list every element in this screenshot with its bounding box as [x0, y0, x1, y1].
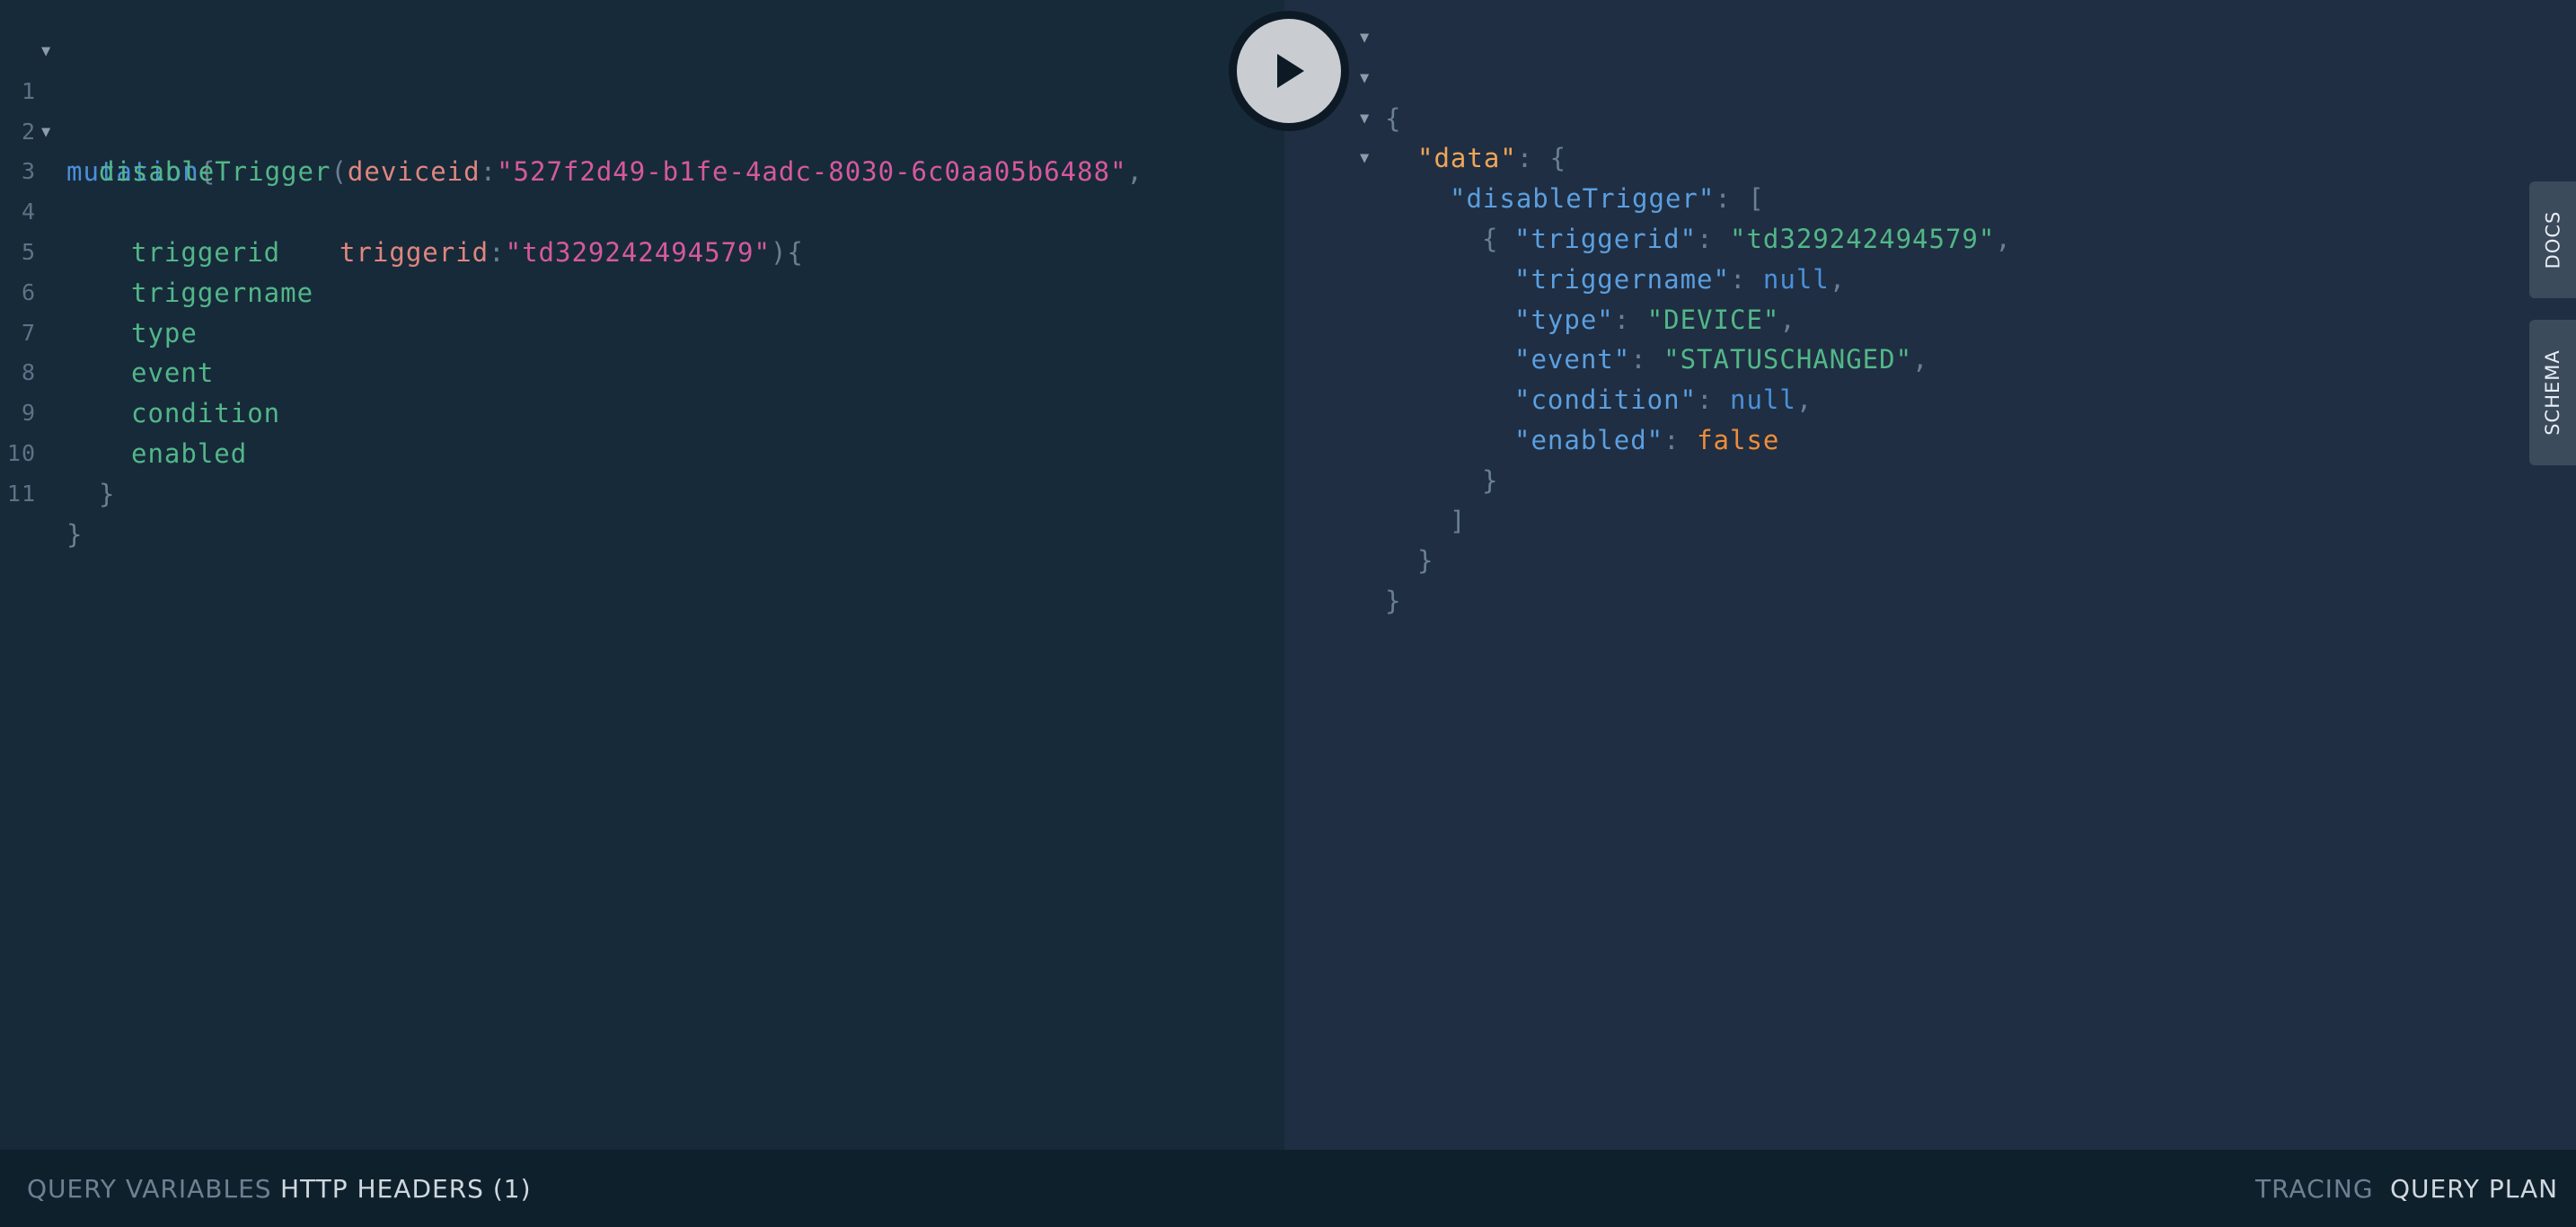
fold-icon[interactable]: ▼ — [41, 31, 51, 72]
json-punc: : { — [1516, 143, 1567, 174]
field-condition: condition — [131, 398, 281, 429]
fold-icon[interactable]: ▼ — [41, 112, 51, 153]
arg-deviceid-value: "527f2d49-b1fe-4adc-8030-6c0aa05b6488" — [497, 156, 1127, 188]
json-comma: , — [1795, 384, 1813, 416]
code-line: 6 type — [0, 233, 197, 349]
code-line: 7 event — [0, 273, 213, 389]
json-punc: : [ — [1715, 183, 1765, 215]
json-value: null — [1762, 263, 1830, 295]
json-value: null — [1729, 384, 1796, 416]
schema-tab[interactable]: SCHEMA — [2529, 320, 2576, 465]
json-bracket: ] — [1450, 505, 1467, 536]
json-brace: } — [1385, 586, 1402, 617]
arg-triggerid-value: "td329242494579" — [505, 236, 771, 268]
run-query-button[interactable] — [1229, 11, 1349, 131]
brace: } — [99, 478, 116, 509]
json-line: ] — [1284, 461, 1465, 536]
run-button-face[interactable] — [1237, 19, 1341, 123]
code-line: 11 } — [0, 434, 100, 550]
json-value: "DEVICE" — [1646, 304, 1780, 335]
field-triggerid: triggerid — [131, 236, 281, 268]
code-line: 8 condition — [0, 313, 279, 428]
result-viewer: ▼ { ▼ "data": { ▼ "disableTrigger": [ ▼ … — [1284, 0, 2576, 1150]
json-value: "STATUSCHANGED" — [1663, 344, 1913, 375]
json-line: ▼ { — [1284, 138, 1497, 254]
colon: : — [489, 236, 506, 268]
json-comma: , — [1912, 344, 1929, 375]
line-number: 11 — [6, 480, 36, 507]
code-line: 9 enabled — [0, 353, 246, 469]
code-line: 4 triggerid — [0, 152, 279, 268]
fold-icon[interactable]: ▼ — [1360, 58, 1370, 99]
paren: ( — [331, 156, 348, 188]
bottom-bar: QUERY VARIABLES HTTP HEADERS (1) TRACING… — [0, 1150, 2576, 1227]
arg-triggerid: triggerid — [340, 236, 490, 268]
json-comma: , — [1779, 304, 1796, 335]
json-key: "condition" — [1514, 384, 1698, 416]
json-brace: { — [1482, 223, 1499, 254]
json-value: "td329242494579" — [1729, 223, 1996, 254]
field-event: event — [131, 358, 215, 389]
tracing-tab[interactable]: TRACING — [2255, 1174, 2374, 1204]
query-editor[interactable]: 1 ▼ mutation{ 2 disableTrigger(deviceid:… — [0, 0, 1284, 1150]
http-headers-tab[interactable]: HTTP HEADERS (1) — [280, 1174, 532, 1204]
query-plan-tab[interactable]: QUERY PLAN — [2390, 1174, 2558, 1204]
json-line: } — [1284, 541, 1400, 616]
code-line: 2 disableTrigger(deviceid:"527f2d49-b1fe… — [0, 72, 1142, 188]
code-line: 5 triggername — [0, 192, 313, 308]
function-name: disableTrigger — [99, 156, 331, 188]
arg-deviceid: deviceid — [347, 156, 481, 188]
fold-icon[interactable]: ▼ — [1360, 138, 1370, 179]
code-line: 10 } — [0, 393, 115, 509]
json-key-data: "data" — [1417, 143, 1517, 174]
json-comma: , — [1829, 263, 1847, 295]
query-code[interactable]: 1 ▼ mutation{ 2 disableTrigger(deviceid:… — [0, 31, 1142, 550]
json-key: "enabled" — [1514, 424, 1664, 455]
play-icon — [1277, 54, 1304, 88]
query-variables-tab[interactable]: QUERY VARIABLES — [27, 1174, 272, 1204]
code-line: 1 ▼ mutation{ — [0, 31, 215, 187]
colon: : — [480, 156, 498, 188]
code-line: 3 ▼ triggerid:"td329242494579"){ — [0, 112, 803, 268]
json-brace: } — [1417, 545, 1434, 577]
json-brace: } — [1482, 464, 1499, 496]
fold-icon[interactable]: ▼ — [1360, 99, 1370, 139]
json-line: } — [1284, 501, 1433, 576]
json-line: "type": "DEVICE", — [1514, 304, 1796, 335]
json-line: "triggerid": "td329242494579", — [1514, 223, 2012, 254]
docs-tab-label: DOCS — [2542, 210, 2564, 269]
json-key-disabletrigger: "disableTrigger" — [1450, 183, 1716, 215]
fold-icon[interactable]: ▼ — [1360, 18, 1370, 58]
json-line: "enabled": false — [1514, 424, 1780, 455]
schema-tab-label: SCHEMA — [2542, 349, 2564, 436]
json-line: "condition": null, — [1514, 384, 1813, 416]
json-key: "triggername" — [1514, 263, 1730, 295]
json-key: "triggerid" — [1514, 223, 1698, 254]
json-value: false — [1697, 424, 1780, 455]
json-line: "event": "STATUSCHANGED", — [1514, 344, 1929, 375]
json-key: "event" — [1514, 344, 1631, 375]
field-triggername: triggername — [131, 277, 314, 308]
json-key: "type" — [1514, 304, 1614, 335]
field-enabled: enabled — [131, 437, 248, 469]
comma: , — [1126, 156, 1143, 188]
json-line: "triggername": null, — [1514, 263, 1847, 295]
paren-brace: ){ — [770, 236, 804, 268]
brace: } — [66, 518, 84, 550]
docs-tab[interactable]: DOCS — [2529, 181, 2576, 298]
json-comma: , — [1995, 223, 2012, 254]
field-type: type — [131, 317, 198, 349]
json-line: } — [1284, 420, 1497, 496]
json-brace: { — [1385, 102, 1402, 134]
